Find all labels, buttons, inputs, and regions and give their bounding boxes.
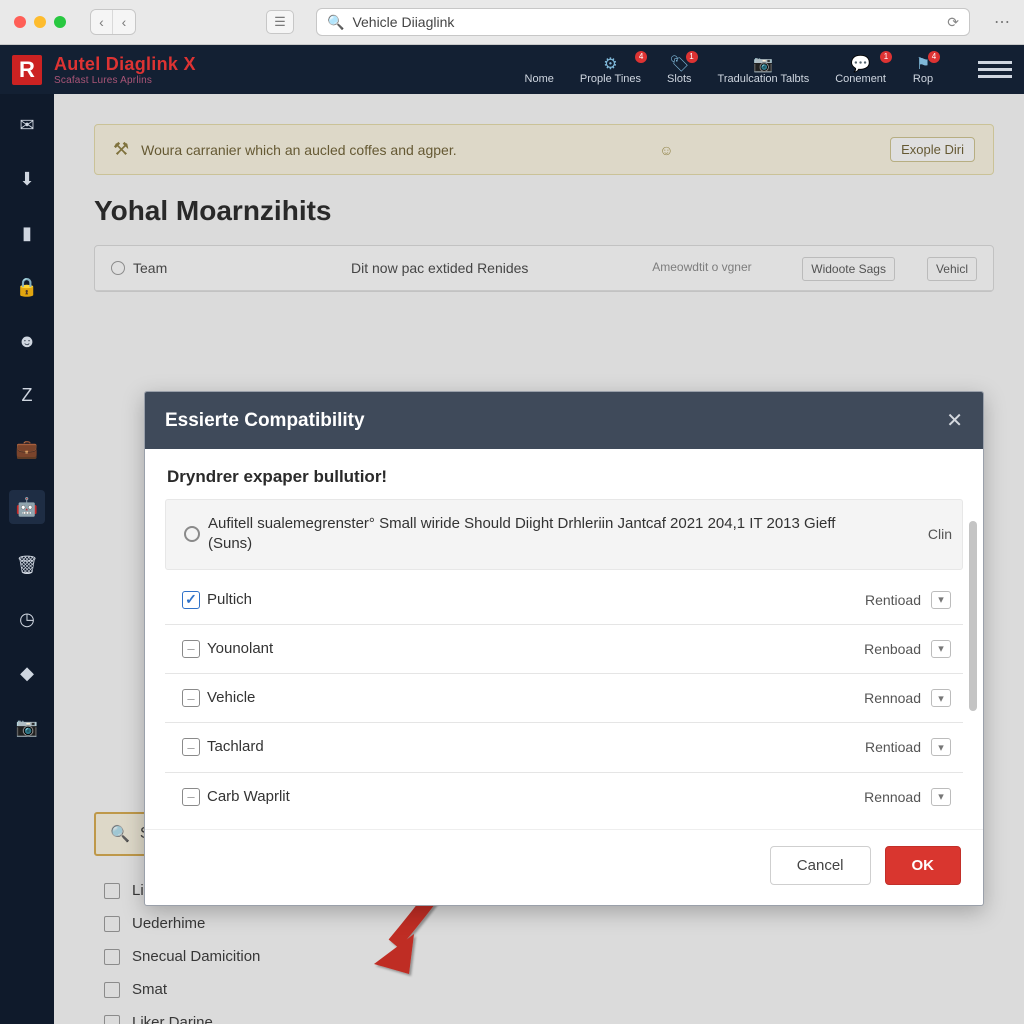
modal-row[interactable]: Pultich Rentioad ▾ [165,576,963,625]
radio-icon [176,526,208,542]
modal-header: Essierte Compatibility ✕ [145,392,983,449]
clock-icon[interactable]: ◷ [14,606,40,632]
robot-icon[interactable]: 🤖 [9,490,45,524]
modal-row[interactable]: Carb Waprlit Rennoad ▾ [165,773,963,821]
modal-row[interactable]: Younolant Renboad ▾ [165,625,963,674]
checkbox-icon [175,738,207,756]
address-bar[interactable]: 🔍 ⟳ [316,8,970,36]
scrollbar-thumb[interactable] [969,521,977,711]
search-icon: 🔍 [327,14,344,31]
topnav-rop[interactable]: ⚑4Rop [912,55,934,85]
nav-back-forward: ‹ ‹ [90,9,136,35]
ok-button[interactable]: OK [885,846,962,885]
checkbox-icon [175,689,207,707]
menu-icon[interactable] [978,56,1012,84]
face-icon[interactable]: ☻ [14,328,40,354]
checkbox-icon [175,788,207,806]
zoom-window-icon[interactable] [54,16,66,28]
close-icon[interactable]: ✕ [946,408,963,433]
overflow-menu-icon[interactable]: ⋯ [994,12,1010,32]
modal-footer: Cancel OK [145,829,983,905]
chevron-down-icon[interactable]: ▾ [931,591,953,609]
minimize-window-icon[interactable] [34,16,46,28]
home-icon [528,55,550,73]
top-navigation: Nome ⚙4Prople Tines 🏷1Slots 📷Tradulcatio… [525,55,1012,85]
z-icon[interactable]: Z [14,382,40,408]
reload-icon[interactable]: ⟳ [947,14,959,31]
modal-subtitle: Dryndrer expaper bullutior! [145,449,983,499]
scrollbar[interactable] [969,509,979,819]
browser-toolbar: ‹ ‹ ☰ 🔍 ⟳ ⋯ [0,0,1024,45]
checkbox-icon [175,591,207,609]
address-input[interactable] [352,14,959,30]
briefcase-icon[interactable]: 💼 [14,436,40,462]
window-controls [14,16,66,28]
tag2-icon[interactable]: ◆ [14,660,40,686]
topnav-home[interactable]: Nome [525,55,554,85]
app-header: R Autel Diaglink X Scafast Lures Aprlins… [0,45,1024,94]
checkbox-icon [175,640,207,658]
topnav-comment[interactable]: 💬1Conement [835,55,886,85]
nav-forward-icon[interactable]: ‹ [113,10,135,34]
camera2-icon[interactable]: 📷 [14,714,40,740]
app-brand: Autel Diaglink X Scafast Lures Aprlins [54,54,196,86]
topnav-people[interactable]: ⚙4Prople Tines [580,55,641,85]
gear-icon: ⚙ [599,55,621,73]
topnav-slots[interactable]: 🏷1Slots [667,55,691,85]
camera-icon: 📷 [752,55,774,73]
chevron-down-icon[interactable]: ▾ [931,640,953,658]
trash-icon[interactable]: 🗑 [14,552,40,578]
modal-row[interactable]: Aufitell sualemegrenster° Small wiride S… [165,499,963,570]
mail-icon[interactable]: ✉ [14,112,40,138]
chat-icon: 💬 [850,55,872,73]
chevron-down-icon[interactable]: ▾ [931,738,953,756]
app-logo-icon[interactable]: R [12,55,42,85]
close-window-icon[interactable] [14,16,26,28]
chevron-down-icon[interactable]: ▾ [931,689,953,707]
user-icon[interactable]: ▮ [14,220,40,246]
cancel-button[interactable]: Cancel [770,846,871,885]
download-icon[interactable]: ⬇ [14,166,40,192]
topnav-tabs[interactable]: 📷Tradulcation Talbts [718,55,810,85]
modal-row[interactable]: Tachlard Rentioad ▾ [165,723,963,772]
lock-icon[interactable]: 🔒 [14,274,40,300]
brand-title: Autel Diaglink X [54,54,196,75]
left-rail: ✉ ⬇ ▮ 🔒 ☻ Z 💼 🤖 🗑 ◷ ◆ 📷 [0,94,54,1024]
brand-subtitle: Scafast Lures Aprlins [54,75,196,86]
modal-row[interactable]: Vehicle Rennoad ▾ [165,674,963,723]
modal-body: Aufitell sualemegrenster° Small wiride S… [145,499,983,829]
sidebar-toggle-icon[interactable]: ☰ [266,10,294,34]
chevron-down-icon[interactable]: ▾ [931,788,953,806]
nav-back-icon[interactable]: ‹ [91,10,113,34]
main-content: ⚒ Woura carranier which an aucled coffes… [54,94,1024,1024]
compatibility-modal: Essierte Compatibility ✕ Dryndrer expape… [144,391,984,906]
modal-title: Essierte Compatibility [165,410,365,432]
